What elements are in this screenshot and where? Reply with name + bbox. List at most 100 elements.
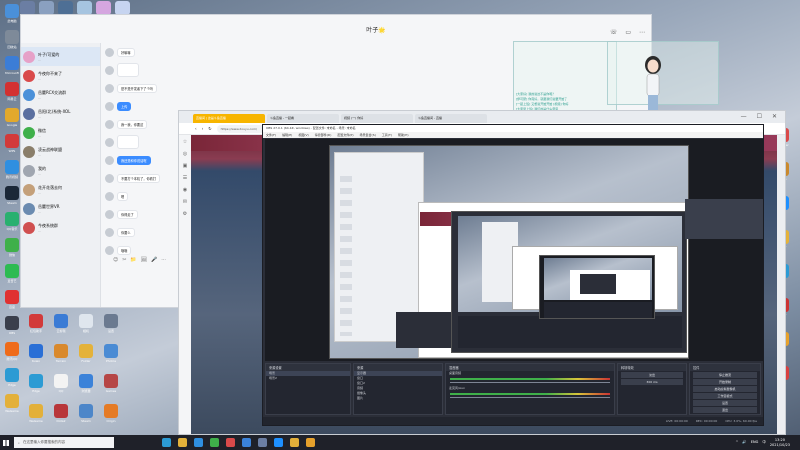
desktop-icon[interactable]: Origin [99, 402, 123, 430]
tray-item[interactable]: ENG [751, 440, 759, 445]
desktop-icon[interactable]: Kuwo [24, 342, 48, 370]
sidebar-icon[interactable]: ◎ [183, 151, 187, 157]
desktop-icon[interactable]: Photos [99, 342, 123, 370]
desktop-top-icon[interactable] [115, 1, 130, 15]
contact-item[interactable]: 今夜你不来了... [21, 66, 100, 85]
desktop-icon[interactable]: 浏览器 [74, 372, 98, 400]
browser-tab[interactable]: 斗鱼直播间 - 直播 [415, 114, 487, 123]
taskbar-app-icon[interactable] [290, 438, 299, 447]
obs-menu-item[interactable]: 视图(V) [298, 133, 308, 137]
desktop-top-icon[interactable] [39, 1, 54, 15]
browser-tab[interactable]: 直播间 | 这是斗鱼直播 [193, 114, 265, 123]
video-icon[interactable]: ▭ [625, 29, 631, 36]
chat-tool-icon[interactable]: 📁 [130, 257, 136, 263]
desktop-icon[interactable]: 云剪辑 [49, 312, 73, 340]
volume-slider[interactable] [450, 382, 610, 383]
obs-menu-item[interactable]: 工具(T) [382, 133, 392, 137]
contact-item[interactable]: 花开花落去何... [21, 180, 100, 199]
desktop-icon[interactable]: Folder [74, 342, 98, 370]
obs-control-button[interactable]: 退出 [693, 407, 757, 413]
obs-control-button[interactable]: 停止推流 [693, 372, 757, 378]
window-control-icon[interactable]: ☐ [757, 113, 762, 120]
desktop-icon[interactable]: WeGame [0, 392, 24, 418]
taskbar-app-icon[interactable] [162, 438, 171, 447]
obs-control-button[interactable]: 启动虚拟摄像机 [693, 386, 757, 392]
scene-item[interactable]: 场景2 [266, 376, 350, 381]
source-item[interactable]: 图片 [354, 396, 442, 401]
obs-control-button[interactable]: 设置 [693, 400, 757, 406]
browser-tab[interactable]: 斗鱼直播 - 一起看 [267, 114, 339, 123]
contact-item[interactable]: 岳麓RCX交流群... [21, 85, 100, 104]
back-icon[interactable]: ‹ [195, 126, 197, 131]
obs-menu-item[interactable]: 编辑(E) [282, 133, 292, 137]
chat-tool-icon[interactable]: ✂ [122, 257, 126, 263]
sidebar-icon[interactable]: ◉ [183, 187, 187, 193]
desktop-icon[interactable]: WeGame [24, 402, 48, 430]
obs-menu-item[interactable]: 场景集合(S) [360, 133, 376, 137]
taskbar-search[interactable]: ⌕ 在这里输入你要搜索的内容 [14, 437, 114, 448]
sidebar-icon[interactable]: ☰ [183, 175, 187, 181]
obs-menu-item[interactable]: 停靠部件(D) [315, 133, 332, 137]
chat-tool-icon[interactable]: 🖼 [141, 257, 147, 263]
window-control-icon[interactable]: ✕ [772, 113, 777, 120]
sidebar-icon[interactable]: ⚙ [183, 211, 187, 217]
tray-item[interactable]: 🔊 [742, 440, 746, 445]
obs-menu-item[interactable]: 配置文件(P) [337, 133, 353, 137]
browser-scrollbar[interactable] [777, 135, 785, 434]
desktop-icon[interactable]: 红包助手 [24, 312, 48, 340]
refresh-icon[interactable]: ↻ [208, 126, 211, 131]
transition-type-select[interactable]: 淡出 [621, 372, 683, 378]
contact-item[interactable]: 我的... [21, 161, 100, 180]
taskbar-app-icon[interactable] [242, 438, 251, 447]
contact-item[interactable]: 微信... [21, 123, 100, 142]
taskbar-app-icon[interactable] [274, 438, 283, 447]
obs-menu-item[interactable]: 帮助(H) [398, 133, 409, 137]
contact-item[interactable]: 岳麓世界VR... [21, 199, 100, 218]
obs-control-button[interactable]: 工作室模式 [693, 393, 757, 399]
chat-tool-icon[interactable]: ⋯ [161, 257, 166, 263]
sidebar-icon[interactable]: ☆ [183, 139, 187, 145]
desktop-icon[interactable]: Steam [74, 402, 98, 430]
taskbar-app-icon[interactable] [178, 438, 187, 447]
taskbar-clock[interactable]: 13:20 2021/10/23 [770, 438, 790, 447]
desktop-icon[interactable]: Games [99, 372, 123, 400]
desktop-icon[interactable]: 相机 [74, 312, 98, 340]
obs-control-button[interactable]: 开始录制 [693, 379, 757, 385]
start-button[interactable] [0, 435, 12, 450]
browser-tab[interactable]: 视频 (一) 你好 [341, 114, 413, 123]
desktop-top-icon[interactable] [58, 1, 73, 15]
desktop-icon[interactable]: Edge [24, 372, 48, 400]
desktop-icon[interactable]: 设置 [99, 312, 123, 340]
desktop-icon[interactable]: OBS [0, 314, 24, 340]
desktop-top-icon[interactable] [77, 1, 92, 15]
contact-item[interactable]: 凌云战神联盟... [21, 142, 100, 161]
transition-duration-input[interactable]: 300 ms [621, 379, 683, 385]
chat-tool-icon[interactable]: 😊 [113, 257, 118, 263]
desktop-icon[interactable]: Terrain [49, 342, 73, 370]
taskbar-app-icon[interactable] [210, 438, 219, 447]
contact-item[interactable]: 岳阳(北)系统-XOL... [21, 104, 100, 123]
desktop-top-icon[interactable] [96, 1, 111, 15]
desktop-icon[interactable]: 腾讯QQ [0, 340, 24, 366]
more-icon[interactable]: ⋯ [639, 29, 645, 36]
taskbar-app-icon[interactable] [306, 438, 315, 447]
contact-item[interactable]: 今夜系统群... [21, 218, 100, 237]
obs-menu-item[interactable]: 文件(F) [266, 133, 276, 137]
desktop-icon[interactable]: Dota2 [49, 402, 73, 430]
desktop-top-icon[interactable] [20, 1, 35, 15]
forward-icon[interactable]: › [202, 126, 204, 131]
tray-item[interactable]: 中 [762, 440, 766, 445]
taskbar-app-icon[interactable] [258, 438, 267, 447]
contact-item[interactable]: 叶子/可爱的... [21, 47, 100, 66]
sidebar-icon[interactable]: ▣ [183, 163, 188, 169]
sidebar-icon[interactable]: ✉ [183, 199, 187, 205]
window-control-icon[interactable]: — [741, 113, 747, 120]
tray-item[interactable]: ^ [735, 440, 738, 445]
chat-tool-icon[interactable]: 🎤 [151, 257, 157, 263]
taskbar-app-icon[interactable] [194, 438, 203, 447]
volume-slider[interactable] [450, 397, 610, 398]
taskbar-app-icon[interactable] [226, 438, 235, 447]
call-icon[interactable]: ☏ [610, 29, 618, 36]
desktop-icon[interactable]: Edge [0, 366, 24, 392]
desktop-icon[interactable]: QQ [49, 372, 73, 400]
